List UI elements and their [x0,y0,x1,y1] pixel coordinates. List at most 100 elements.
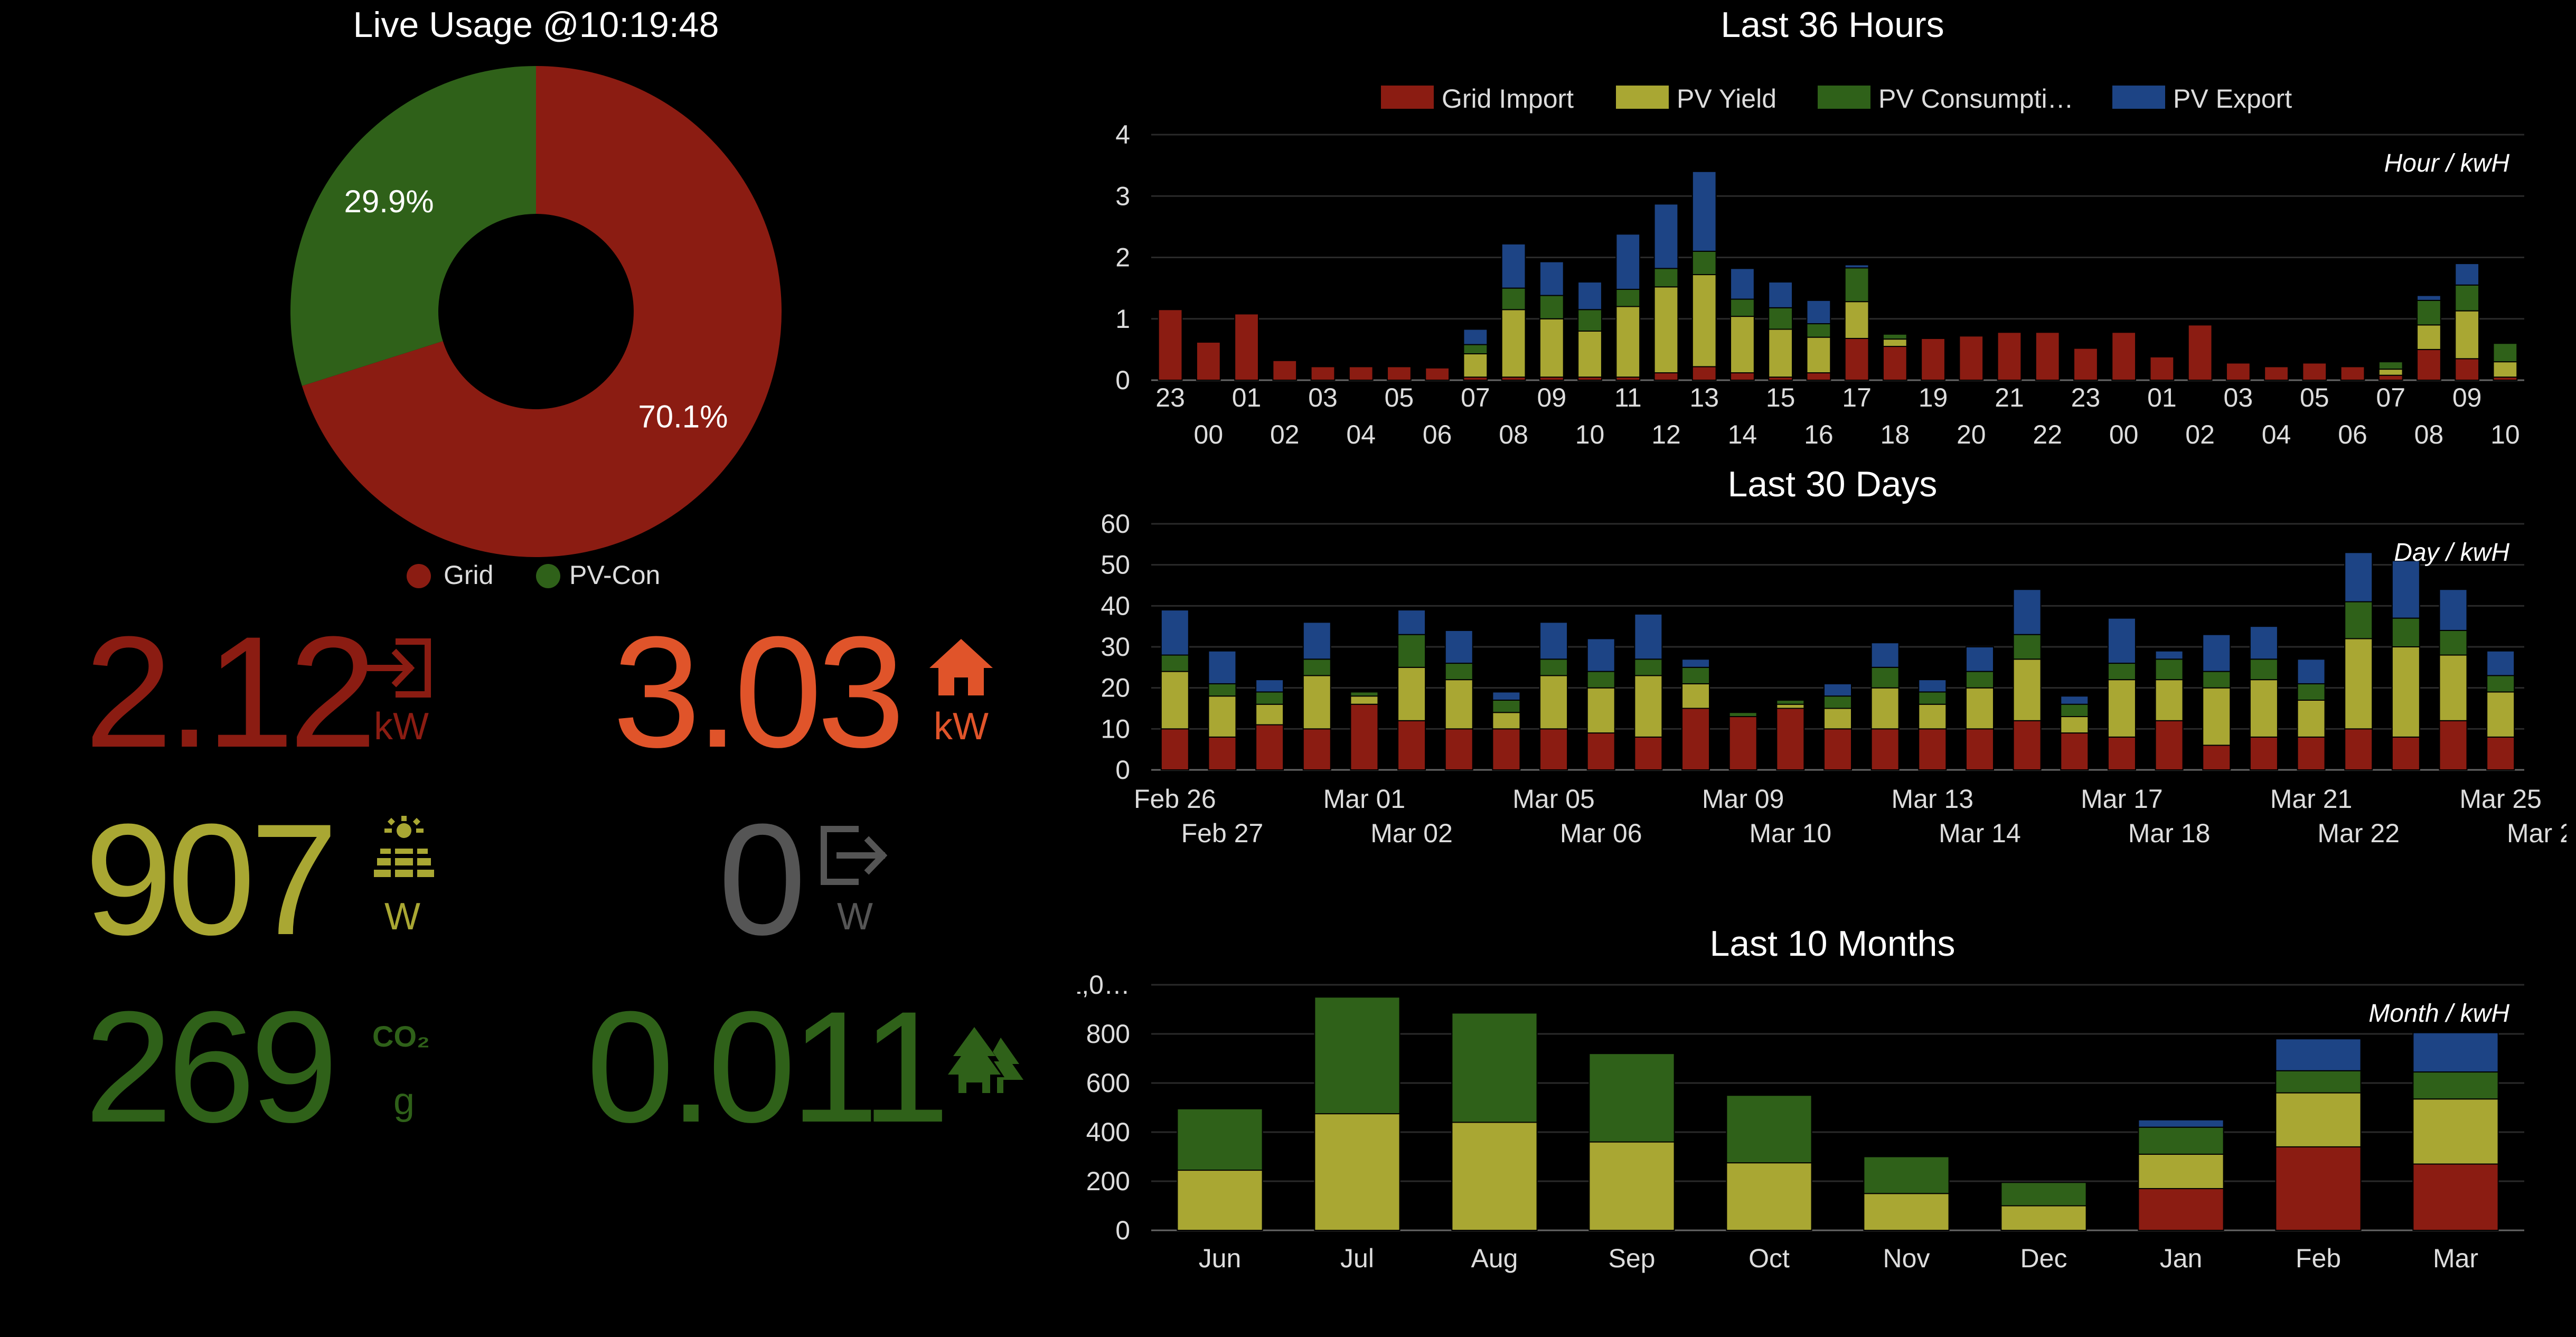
bar-pv-yield[interactable] [1501,309,1526,378]
bar-grid-import[interactable] [1272,360,1298,381]
bar-pv-consumpti-[interactable] [2378,361,2403,370]
bar-grid-import[interactable] [2149,356,2175,381]
bar-pv-consumpti-[interactable] [1501,287,1526,310]
bar-pv-yield[interactable] [1586,687,1615,734]
legend-swatch-grid[interactable] [407,564,431,588]
bar-pv-yield[interactable] [1691,274,1717,368]
bar-pv-consumpti-[interactable] [1539,658,1568,676]
bar-pv-export[interactable] [1501,243,1526,289]
bar-pv-yield[interactable] [1539,318,1564,378]
bar-pv-yield[interactable] [1314,1113,1400,1231]
bar-pv-consumpti-[interactable] [2417,299,2441,326]
bar-grid-import[interactable] [2035,332,2060,381]
bar-grid-import[interactable] [2439,720,2468,770]
bar-grid-import[interactable] [1844,337,1869,381]
bar-pv-consumpti-[interactable] [1823,695,1852,709]
bar-pv-export[interactable] [2417,295,2441,301]
bar-grid-import[interactable] [1681,708,1710,770]
bar-grid-import[interactable] [1691,366,1717,381]
bar-pv-yield[interactable] [2275,1092,2362,1147]
bar-pv-yield[interactable] [1776,703,1805,709]
bar-grid-import[interactable] [1348,366,1374,381]
bar-pv-export[interactable] [2455,263,2480,286]
legend-label-pv-con[interactable]: PV-Con [569,560,660,590]
bar-pv-consumpti-[interactable] [2412,1071,2499,1100]
bar-grid-import[interactable] [1539,728,1568,771]
bar-grid-import[interactable] [1350,703,1379,771]
bar-pv-yield[interactable] [2417,324,2441,350]
bar-pv-consumpti-[interactable] [2060,703,2089,718]
bar-pv-export[interactable] [2138,1119,2224,1128]
bar-grid-import[interactable] [1387,366,1412,381]
bar-pv-consumpti-[interactable] [2439,629,2468,656]
bar-pv-export[interactable] [2439,589,2468,631]
bar-pv-consumpti-[interactable] [1691,250,1717,276]
bar-grid-import[interactable] [2344,728,2373,771]
bar-grid-import[interactable] [1196,341,1221,381]
bar-pv-yield[interactable] [1463,353,1488,378]
bar-pv-yield[interactable] [1965,687,1994,730]
bar-pv-consumpti-[interactable] [1463,344,1488,355]
bar-grid-import[interactable] [2073,347,2098,381]
bar-pv-consumpti-[interactable] [1451,1012,1538,1123]
bar-grid-import[interactable] [2302,362,2327,381]
bar-pv-consumpti-[interactable] [1965,671,1994,689]
bar-pv-consumpti-[interactable] [2013,634,2042,660]
bar-pv-export[interactable] [2249,626,2278,660]
bar-pv-yield[interactable] [1160,671,1189,730]
bar-pv-export[interactable] [1539,622,1568,660]
bar-pv-yield[interactable] [2000,1205,2087,1231]
bar-grid-import[interactable] [2249,736,2278,771]
bar-grid-import[interactable] [2391,736,2420,771]
bar-pv-yield[interactable] [2060,716,2089,734]
bar-grid-import[interactable] [2107,736,2136,771]
bar-pv-export[interactable] [1730,268,1755,300]
bar-pv-export[interactable] [1463,328,1488,345]
bar-pv-yield[interactable] [1397,666,1426,721]
bar-pv-consumpti-[interactable] [2138,1126,2224,1155]
bar-pv-export[interactable] [1806,299,1831,325]
bar-grid-import[interactable] [1776,708,1805,770]
bar-pv-consumpti-[interactable] [1586,671,1615,689]
bar-grid-import[interactable] [1586,732,1615,771]
bar-pv-yield[interactable] [1302,675,1331,730]
bar-pv-consumpti-[interactable] [1653,268,1679,288]
bar-pv-consumpti-[interactable] [2249,658,2278,681]
bar-pv-consumpti-[interactable] [1726,1095,1812,1164]
bar-pv-consumpti-[interactable] [2344,601,2373,639]
bar-pv-export[interactable] [2013,589,2042,635]
bar-pv-consumpti-[interactable] [2202,671,2231,689]
bar-grid-import[interactable] [1728,716,1757,770]
bar-pv-export[interactable] [2060,695,2089,705]
bar-pv-yield[interactable] [2249,679,2278,738]
bar-pv-consumpti-[interactable] [1314,996,1400,1115]
bar-pv-consumpti-[interactable] [1776,699,1805,705]
bar-pv-consumpti-[interactable] [1492,699,1521,713]
bar-pv-export[interactable] [1539,261,1564,296]
bar-pv-yield[interactable] [2391,646,2420,738]
bar-grid-import[interactable] [1730,372,1755,381]
bar-pv-export[interactable] [1844,264,1869,269]
bar-pv-consumpti-[interactable] [1768,307,1793,330]
bar-pv-export[interactable] [1492,691,1521,701]
bar-pv-consumpti-[interactable] [2297,683,2326,701]
bar-pv-consumpti-[interactable] [2275,1070,2362,1094]
bar-grid-import[interactable] [2455,358,2480,381]
bar-pv-consumpti-[interactable] [1918,691,1947,705]
legend-swatch-pv-con[interactable] [536,564,560,588]
bar-pv-yield[interactable] [1730,316,1755,374]
bar-grid-import[interactable] [1653,372,1679,381]
bar-pv-export[interactable] [2344,552,2373,602]
bar-pv-consumpti-[interactable] [1728,712,1757,718]
bar-pv-yield[interactable] [2486,691,2515,738]
bar-pv-yield[interactable] [2493,361,2518,378]
bar-pv-export[interactable] [1918,679,1947,693]
bar-pv-yield[interactable] [1350,695,1379,705]
bar-pv-consumpti-[interactable] [1255,691,1284,705]
bar-pv-yield[interactable] [1255,703,1284,726]
bar-pv-export[interactable] [1208,650,1237,684]
bar-grid-import[interactable] [1882,346,1907,381]
bar-pv-yield[interactable] [1539,675,1568,730]
bar-grid-import[interactable] [1823,728,1852,771]
bar-pv-export[interactable] [1615,233,1641,290]
